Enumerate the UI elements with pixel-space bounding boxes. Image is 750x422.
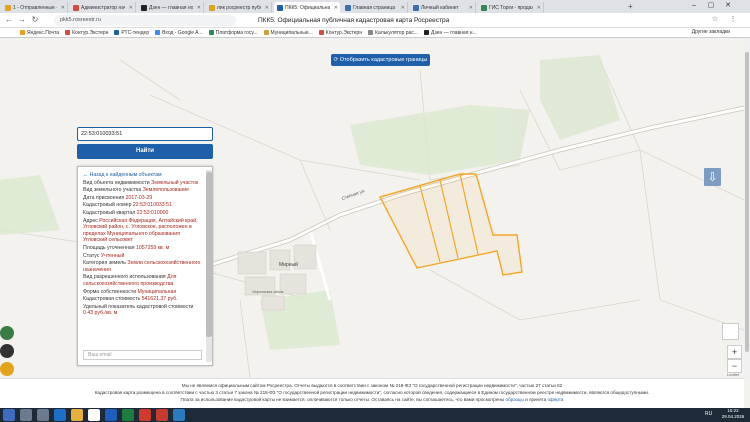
details-scroll-thumb[interactable] xyxy=(206,172,212,337)
taskbar-app-icon[interactable] xyxy=(20,409,32,421)
word-icon[interactable] xyxy=(105,409,117,421)
detail-value: Землепользование xyxy=(142,187,190,194)
detail-label: Адрес xyxy=(83,217,100,224)
parcel-outline[interactable] xyxy=(378,173,523,276)
detail-row: Вид разрешенного использования Для сельс… xyxy=(83,274,203,287)
footer-line-1: Мы не являемся официальным сайтом Росрее… xyxy=(181,383,563,388)
detail-label: Площадь уточненная xyxy=(83,244,137,251)
clock[interactable]: 15:22 29.04.2026 xyxy=(718,408,748,422)
back-to-results-link[interactable]: ← Назад к найденным объектам xyxy=(83,172,203,179)
detail-label: Категория земель xyxy=(83,260,128,267)
language-indicator[interactable]: RU xyxy=(705,411,712,417)
side-app-icon[interactable] xyxy=(0,326,14,340)
detail-row: Дата присвоения 2017-03-29 xyxy=(83,195,203,202)
details-content: ← Назад к найденным объектам Вид объекта… xyxy=(81,170,205,362)
detail-label: Вид разрешенного использования xyxy=(83,274,168,281)
school-label: Мирновская школа xyxy=(252,290,284,294)
village-label: Мирный xyxy=(279,262,298,268)
side-app-icon[interactable] xyxy=(0,344,14,358)
detail-label: Кадастровая стоимость xyxy=(83,296,142,303)
detail-label: Дата присвоения xyxy=(83,194,126,201)
zoom-out-button[interactable]: − xyxy=(727,359,742,373)
detail-value: 2017-03-29 xyxy=(125,194,153,201)
find-button[interactable]: Найти xyxy=(77,144,213,159)
detail-label: Удельный показатель кадастровой стоимост… xyxy=(83,303,194,310)
side-app-icon[interactable] xyxy=(0,362,14,376)
chrome-icon[interactable] xyxy=(88,409,100,421)
footer-text: Плата за использование кадастровой карты… xyxy=(180,396,505,402)
detail-row: Кадастровая стоимость 541621.37 руб. xyxy=(83,296,203,303)
detail-value: Земельный участок xyxy=(151,179,199,186)
detail-label: Вид объекта недвижимости xyxy=(83,179,152,186)
disclaimer-footer: Мы не являемся официальным сайтом Росрее… xyxy=(0,378,744,408)
pdf-icon[interactable] xyxy=(156,409,168,421)
map-attribution[interactable]: Leaflet xyxy=(727,372,739,377)
email-field[interactable]: Ваш email xyxy=(83,350,202,360)
detail-row: Площадь уточненная 1057259 кв. м xyxy=(83,245,203,252)
footer-line-2: Кадастровая карта размещена в соответств… xyxy=(94,389,650,395)
page-scroll-thumb[interactable] xyxy=(745,52,749,352)
detail-row: Форма собственности Муниципальная xyxy=(83,289,203,296)
detail-value: Российская Федерация, Алтайский край, Уг… xyxy=(83,217,198,244)
excel-icon[interactable] xyxy=(122,409,134,421)
cadastral-search-input[interactable]: 22:53:010033:51 xyxy=(77,127,213,141)
detail-value: 22:53:010000 xyxy=(136,209,169,216)
folder-icon[interactable] xyxy=(71,409,83,421)
detail-row: Вид земельного участка Землепользование xyxy=(83,187,203,194)
detail-row: Статус Учтенный xyxy=(83,253,203,260)
browser-ie-icon[interactable] xyxy=(54,409,66,421)
detail-row: Вид объекта недвижимости Земельный участ… xyxy=(83,180,203,187)
map-square-button[interactable] xyxy=(722,323,739,340)
detail-row: Категория земель Земли сельскохозяйствен… xyxy=(83,260,203,273)
footer-text: и принята xyxy=(525,396,547,402)
clock-date: 29.04.2026 xyxy=(721,414,745,419)
detail-value: 541621.37 руб. xyxy=(141,296,178,303)
taskbar-app-icon[interactable] xyxy=(173,409,185,421)
detail-label: Статус xyxy=(83,252,101,259)
detail-value: 1057259 кв. м xyxy=(136,244,170,251)
detail-label: Кадастровый квартал xyxy=(83,209,137,216)
offer-link[interactable]: оферта xyxy=(547,397,563,402)
detail-value: Муниципальная xyxy=(137,288,177,295)
detail-row: Адрес Российская Федерация, Алтайский кр… xyxy=(83,218,203,244)
yandex-icon[interactable] xyxy=(139,409,151,421)
show-boundaries-button[interactable]: ⟳ Отобразить кадастровые границы xyxy=(331,54,430,66)
detail-value: 0.43 руб./кв. м xyxy=(83,310,118,317)
detail-row: Удельный показатель кадастровой стоимост… xyxy=(83,304,203,317)
cadastral-parcel[interactable] xyxy=(378,173,523,276)
detail-label: Вид земельного участка xyxy=(83,187,143,194)
taskbar-app-icon[interactable] xyxy=(37,409,49,421)
detail-row: Кадастровый квартал 22:53:010000 xyxy=(83,210,203,217)
start-icon[interactable] xyxy=(3,409,15,421)
detail-label: Кадастровый номер xyxy=(83,202,133,209)
download-icon[interactable]: ⇩ xyxy=(704,168,721,186)
samples-link[interactable]: образцы xyxy=(506,397,524,402)
show-boundaries-label: Отобразить кадастровые границы xyxy=(339,57,428,63)
detail-row: Кадастровый номер 22:53:010033:51 xyxy=(83,202,203,209)
detail-value: 22:53:010033:51 xyxy=(132,202,172,209)
footer-line-3: Плата за использование кадастровой карты… xyxy=(0,397,744,404)
zoom-in-button[interactable]: + xyxy=(727,345,742,359)
detail-label: Форма собственности xyxy=(83,288,138,295)
detail-value: Учтенный xyxy=(100,252,125,259)
